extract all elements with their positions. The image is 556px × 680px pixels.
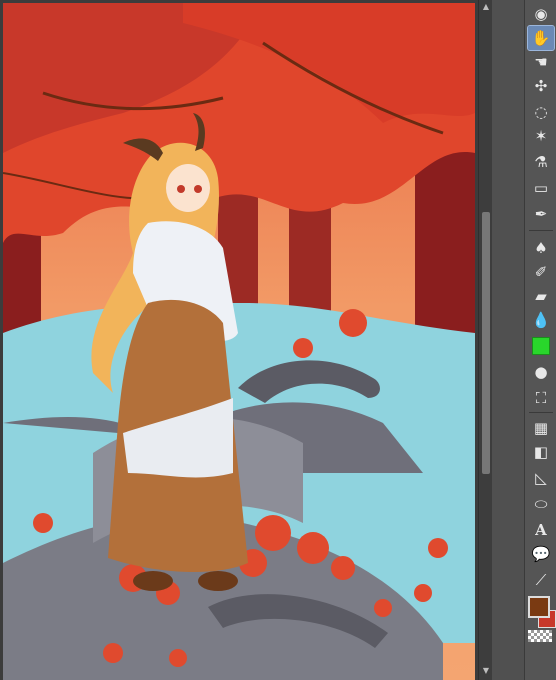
separator xyxy=(529,412,553,413)
move-icon[interactable]: ✣ xyxy=(528,74,554,98)
artwork-canvas[interactable] xyxy=(3,3,475,680)
text-icon[interactable]: A xyxy=(528,518,554,542)
magic-wand-icon[interactable]: ✶ xyxy=(528,124,554,148)
vertical-scrollbar[interactable]: ▲ ▼ xyxy=(478,0,493,680)
ruler-icon[interactable]: ◺ xyxy=(528,466,554,490)
transparent-color-swatch[interactable] xyxy=(528,630,552,642)
pen-icon[interactable]: ✒ xyxy=(528,202,554,226)
illustration xyxy=(3,3,475,680)
hand-icon[interactable]: ✋ xyxy=(527,25,555,51)
brush-icon[interactable]: ♠ xyxy=(528,236,554,260)
balloon-icon[interactable]: 💬 xyxy=(528,542,554,566)
dock-gap xyxy=(492,0,524,680)
correct-line-icon[interactable]: ⟋ xyxy=(528,568,554,592)
water-drop-icon[interactable]: 💧 xyxy=(528,308,554,332)
scroll-up-icon[interactable]: ▲ xyxy=(481,2,491,12)
airbrush-icon[interactable]: ✐ xyxy=(528,260,554,284)
canvas-area[interactable] xyxy=(0,0,478,680)
main-color-swatch[interactable] xyxy=(528,596,550,618)
scroll-down-icon[interactable]: ▼ xyxy=(481,666,491,676)
separator xyxy=(529,230,553,231)
eraser-icon[interactable]: ▭ xyxy=(528,176,554,200)
object-icon[interactable]: ☚ xyxy=(528,50,554,74)
scroll-thumb[interactable] xyxy=(482,212,490,474)
eyedropper-icon[interactable]: ⚗ xyxy=(528,150,554,174)
gradient-icon[interactable]: ◧ xyxy=(528,440,554,464)
fill-drop-icon[interactable]: ● xyxy=(528,360,554,384)
soft-eraser-icon[interactable]: ▰ xyxy=(528,284,554,308)
tool-palette: ◉ ✋ ☚ ✣ ◌ ✶ ⚗ ▭ ✒ ♠ ✐ ▰ 💧 ● ⛶ ▦ ◧ ◺ ⬭ A … xyxy=(524,0,556,680)
ellipse-icon[interactable]: ⬭ xyxy=(528,492,554,516)
frame-icon[interactable]: ▦ xyxy=(528,416,554,440)
paint-bucket-icon[interactable]: ⛶ xyxy=(528,386,554,410)
rotate-icon[interactable]: ◉ xyxy=(528,2,554,26)
decoration-icon[interactable] xyxy=(528,334,554,358)
lasso-icon[interactable]: ◌ xyxy=(528,100,554,124)
